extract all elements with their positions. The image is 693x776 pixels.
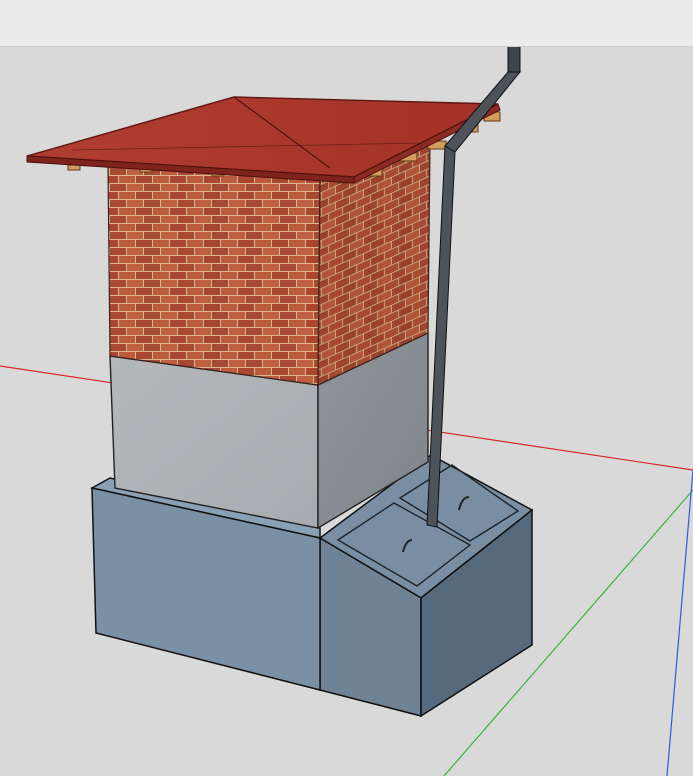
downpipe-top[interactable]: [507, 47, 521, 73]
toolbar-strip: [0, 0, 693, 47]
sketchup-app: [0, 0, 693, 776]
3d-viewport[interactable]: [0, 47, 693, 776]
scene-canvas[interactable]: [0, 47, 693, 776]
brick-front[interactable]: [107, 165, 321, 386]
brick-wall[interactable]: [107, 141, 431, 386]
